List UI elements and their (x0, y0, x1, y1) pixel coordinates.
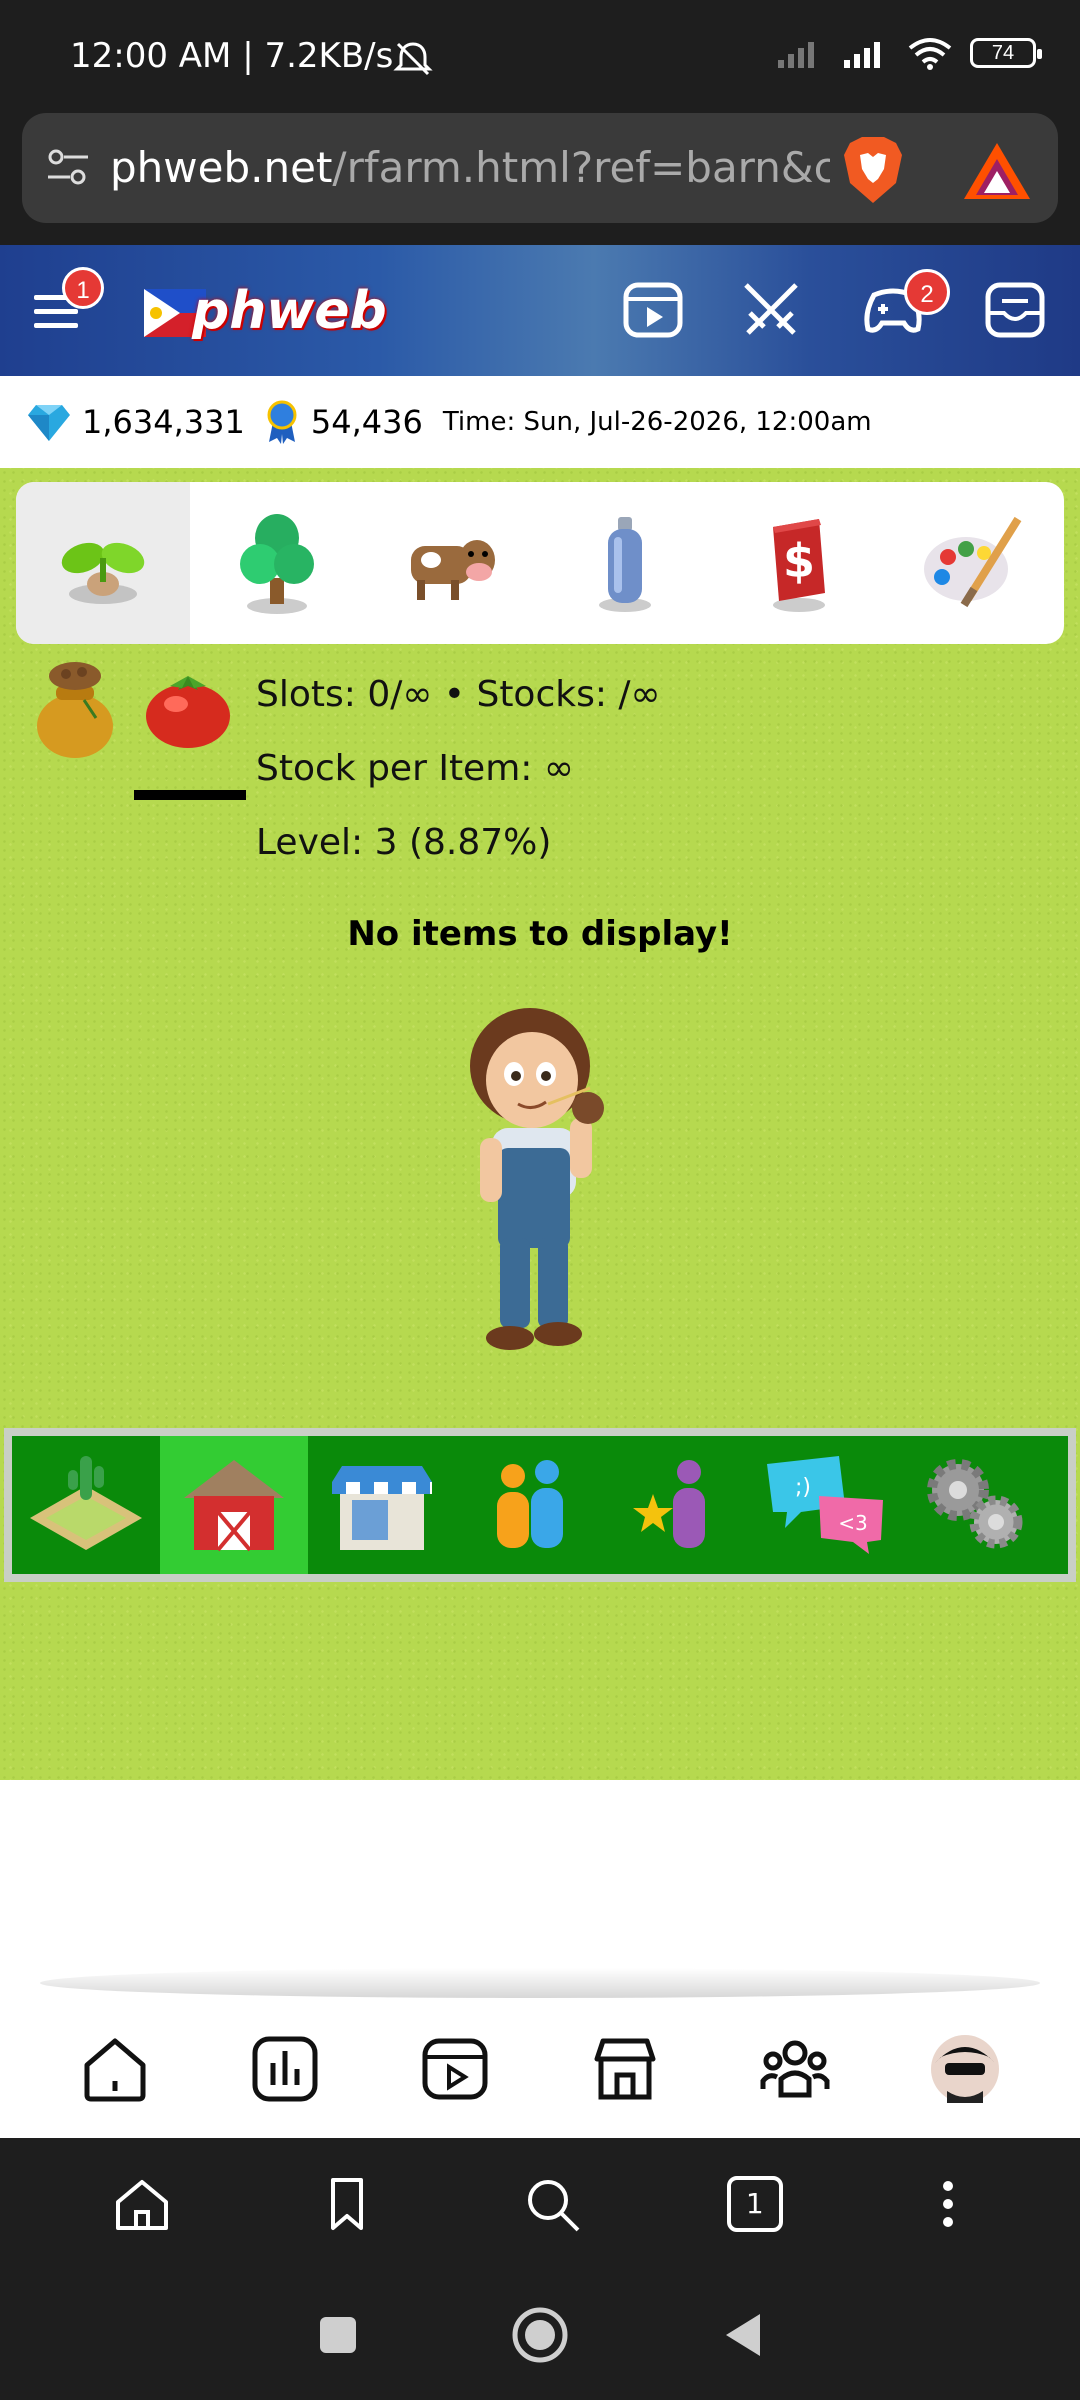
signal-2-icon (844, 42, 880, 68)
bottle-icon (599, 517, 651, 612)
home-icon[interactable] (79, 2033, 151, 2105)
stock-per-item: Stock per Item: ∞ (256, 748, 574, 789)
address-bar[interactable]: phweb.net/rfarm.html?ref=barn&cat (22, 113, 1058, 223)
chat-icon: ;) <3 (767, 1456, 883, 1554)
recents-icon[interactable] (316, 2313, 360, 2357)
site-bottom-nav (0, 2000, 1080, 2138)
signal-1-icon (778, 42, 814, 68)
divider-shadow (40, 1968, 1040, 1998)
empty-message: No items to display! (347, 914, 733, 954)
seed-bag-icon[interactable] (34, 660, 116, 760)
tree-icon (240, 514, 314, 614)
inbox-icon[interactable] (982, 277, 1048, 343)
barn-level: Level: 3 (8.87%) (256, 822, 552, 863)
farm-nav-settings[interactable] (900, 1436, 1048, 1574)
diamond-icon (28, 405, 70, 441)
farm-area: $ Slots: 0/∞ • Stocks: /∞ Stock per Item… (0, 468, 1080, 1780)
sprout-icon (61, 542, 145, 604)
shop-icon (332, 1466, 432, 1550)
status-time-speed: 12:00 AM | 7.2KB/s (70, 36, 394, 76)
browser-bottom-bar: 1 (0, 2138, 1080, 2270)
money-tab[interactable]: $ (712, 482, 886, 644)
system-nav-bar (0, 2270, 1080, 2400)
currency-stats-bar: 1,634,331 54,436 Time: Sun, Jul-26-2026,… (0, 376, 1080, 468)
blank-area (0, 1780, 1080, 2000)
reels-icon[interactable] (620, 277, 686, 343)
mute-alarm-icon (393, 42, 433, 76)
status-bar: 12:00 AM | 7.2KB/s 74 (0, 0, 1080, 110)
wifi-icon (908, 38, 952, 70)
ribbon-award-icon (267, 400, 297, 444)
profile-avatar[interactable] (929, 2033, 1001, 2105)
diamond-count: 1,634,331 (82, 403, 245, 441)
dollar-icon: $ (773, 519, 825, 612)
neighbors-icon (497, 1460, 563, 1548)
tomato-icon[interactable] (142, 666, 234, 752)
stats-icon[interactable] (249, 2033, 321, 2105)
bat-rewards-icon[interactable] (962, 141, 1032, 201)
games-notification-badge: 2 (904, 269, 950, 315)
farm-nav-barn[interactable] (160, 1436, 308, 1574)
site-settings-icon[interactable] (44, 143, 92, 191)
palette-icon (924, 516, 1022, 608)
trees-tab[interactable] (190, 482, 364, 644)
back-icon[interactable] (720, 2310, 764, 2360)
browser-home-icon[interactable] (112, 2174, 172, 2234)
barn-icon (184, 1460, 284, 1552)
home-button-icon[interactable] (510, 2305, 570, 2365)
url-text[interactable]: phweb.net/rfarm.html?ref=barn&cat (110, 143, 830, 192)
bookmark-icon[interactable] (317, 2174, 377, 2234)
site-header: 1 phweb 2 (0, 245, 1080, 376)
gears-icon (927, 1459, 1023, 1549)
marketplace-icon[interactable] (589, 2033, 661, 2105)
svg-text:$: $ (783, 534, 815, 588)
phweb-logo[interactable]: phweb (140, 277, 387, 347)
ribbon-count: 54,436 (310, 403, 423, 441)
search-icon[interactable] (522, 2174, 582, 2234)
tab-count: 1 (745, 2187, 764, 2220)
star-user-icon (633, 1460, 705, 1548)
barn-slots-stocks: Slots: 0/∞ • Stocks: /∞ (256, 674, 661, 715)
farm-nav-shop[interactable] (308, 1436, 456, 1574)
videos-icon[interactable] (419, 2033, 491, 2105)
battle-swords-icon[interactable] (738, 277, 804, 343)
tabs-button[interactable]: 1 (726, 2176, 783, 2232)
farm-bottom-nav: ;) <3 (4, 1428, 1076, 1582)
farmer-character (470, 1008, 604, 1350)
svg-text:<3: <3 (838, 1511, 867, 1535)
more-menu-icon[interactable] (928, 2174, 968, 2234)
cow-icon (411, 540, 495, 600)
battery-indicator: 74 (970, 38, 1042, 68)
farm-nav-rankings[interactable] (604, 1436, 752, 1574)
server-time: Time: Sun, Jul-26-2026, 12:00am (442, 407, 872, 437)
farm-nav-field[interactable] (12, 1436, 160, 1574)
menu-notification-badge: 1 (62, 267, 104, 309)
products-tab[interactable] (538, 482, 712, 644)
selected-item-underline (134, 790, 246, 800)
farm-nav-chat[interactable]: ;) <3 (752, 1436, 900, 1574)
field-icon (30, 1456, 142, 1550)
animals-tab[interactable] (364, 482, 538, 644)
brave-shield-icon[interactable] (840, 135, 906, 205)
category-tabs: $ (16, 482, 1064, 644)
browser-toolbar: phweb.net/rfarm.html?ref=barn&cat (0, 110, 1080, 245)
groups-icon[interactable] (759, 2033, 831, 2105)
farm-nav-neighbors[interactable] (456, 1436, 604, 1574)
seeds-tab[interactable] (16, 482, 190, 644)
decor-tab[interactable] (886, 482, 1060, 644)
svg-text:;): ;) (795, 1475, 811, 1500)
